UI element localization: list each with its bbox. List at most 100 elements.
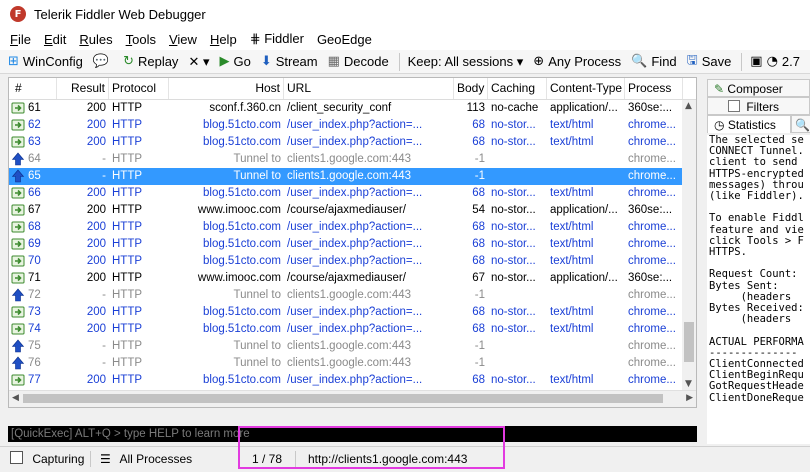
sessions-grid: # Result Protocol Host URL Body Caching … [8,77,697,408]
column-header-url[interactable]: URL [284,78,454,99]
session-cell-process: 360se:... [628,272,673,284]
session-cell-num: 76 [28,357,41,369]
session-row[interactable]: 62 200 HTTP blog.51cto.com/user_index.php?a… [9,117,683,134]
winconfig-button[interactable]: ⊞ WinConfig [8,54,83,69]
tab-inspectors[interactable]: 🔍 [791,115,810,133]
session-row[interactable]: 70 200 HTTP blog.51cto.com/user_index.php?a… [9,253,683,270]
column-header-content-type[interactable]: Content-Type [547,78,625,99]
session-row[interactable]: 73 200 HTTP blog.51cto.com/user_index.php?a… [9,304,683,321]
sessions-list: 61 200 HTTP sconf.f.360.cn/client_security_… [9,100,683,406]
vertical-scroll-thumb[interactable] [684,322,694,362]
session-cell-protocol: HTTP [112,221,143,233]
session-row[interactable]: 67 200 HTTP www.imooc.com/course/ajaxmediau… [9,202,683,219]
horizontal-scroll-thumb[interactable] [23,394,663,403]
process-filter-icon: ☰ [100,452,111,466]
capturing-toggle[interactable]: Capturing [10,447,84,471]
session-row[interactable]: 72 - HTTP Tunnel to clients1.google.com:443 -… [9,287,683,304]
stream-button[interactable]: ⬇ Stream [261,54,318,69]
tunnel-arrow-icon [11,152,25,166]
horizontal-scrollbar[interactable]: ◀ ▶ [9,390,696,407]
session-row[interactable]: 77 200 HTTP blog.51cto.com/user_index.php?a… [9,372,683,389]
keep-sessions-dropdown[interactable]: Keep: All sessions ▾ [408,54,524,70]
session-cell-process: chrome... [628,153,676,165]
decode-button[interactable]: ▦ Decode [328,54,389,69]
inspect-icon: 🔍 [795,118,810,132]
session-row[interactable]: 69 200 HTTP blog.51cto.com/user_index.php?a… [9,236,683,253]
session-cell-ctype [547,338,625,355]
session-count: 1 / 78 [252,452,283,466]
session-cell-result: 200 [86,204,106,216]
find-button[interactable]: 🔍 Find [631,54,676,69]
session-row[interactable]: 61 200 HTTP sconf.f.360.cn/client_security_… [9,100,683,117]
go-button[interactable]: ▶ Go [219,54,250,69]
stopwatch-icon: ◷ [714,118,725,132]
session-row[interactable]: 65 - HTTP Tunnel to clients1.google.com:443 -… [9,168,683,185]
scroll-left-icon[interactable]: ◀ [12,393,19,403]
session-row[interactable]: 66 200 HTTP blog.51cto.com/user_index.php?a… [9,185,683,202]
any-process-button[interactable]: ⊕ Any Process [533,54,621,69]
scroll-down-icon[interactable]: ▼ [685,379,692,389]
camera-icon: ▣ [750,54,763,69]
scroll-right-icon[interactable]: ▶ [686,393,693,403]
session-cell-num: 68 [28,221,41,233]
process-filter[interactable]: ☰ All Processes [100,447,192,471]
menu-item[interactable]: GeoEdge [317,32,372,47]
session-cell-ctype [547,355,625,372]
vertical-scrollbar[interactable]: ▲ ▼ [682,100,696,390]
fiddler-app-icon: F [10,6,26,22]
session-cell-url: /user_index.php?action=... [287,374,423,386]
session-row[interactable]: 63 200 HTTP blog.51cto.com/user_index.php?a… [9,134,683,151]
session-cell-protocol: HTTP [112,238,143,250]
filters-checkbox[interactable] [728,100,740,112]
session-row[interactable]: 71 200 HTTP www.imooc.com/course/ajaxmediau… [9,270,683,287]
session-cell-protocol: HTTP [112,187,143,199]
session-row[interactable]: 68 200 HTTP blog.51cto.com/user_index.php?a… [9,219,683,236]
comment-button[interactable]: 💬 [93,54,113,69]
go-arrow-icon: ▶ [219,54,230,69]
column-header-protocol[interactable]: Protocol [109,78,169,99]
menu-item[interactable]: File [10,32,31,47]
column-header-host[interactable]: Host [169,78,284,99]
menu-item[interactable]: ⋕ Fiddler [250,31,304,47]
session-row[interactable]: 75 - HTTP Tunnel to clients1.google.com:443 -… [9,338,683,355]
session-cell-num: 64 [28,153,41,165]
session-cell-process: chrome... [628,187,676,199]
menu-item[interactable]: Help [210,32,237,47]
process-filter-label: All Processes [119,452,193,466]
status-separator [238,451,239,467]
more-toolbar-button[interactable]: ▣ ◔ 2.7 [750,54,800,69]
scroll-up-icon[interactable]: ▲ [685,101,692,111]
session-cell-result: 200 [86,255,106,267]
column-header-caching[interactable]: Caching [488,78,547,99]
tab-filters[interactable]: Filters [707,97,810,115]
menu-item[interactable]: Rules [79,32,112,47]
column-header-process[interactable]: Process [625,78,683,99]
session-cell-protocol: HTTP [112,323,143,335]
tab-statistics[interactable]: ◷ Statistics [707,115,791,133]
session-cell-caching: no-stor... [491,221,536,233]
column-header-body[interactable]: Body [454,78,488,99]
session-cell-caching: no-stor... [491,323,536,335]
save-button[interactable]: 🖫 Save [687,51,732,73]
session-cell-process: chrome... [628,119,676,131]
request-icon [11,322,25,336]
menu-item[interactable]: View [169,32,197,47]
column-header-result[interactable]: Result [57,78,109,99]
menu-item[interactable]: Edit [44,32,66,47]
column-header-num[interactable]: # [9,78,57,99]
replay-button[interactable]: ↻ Replay [123,54,178,69]
capture-icon [10,451,23,464]
tab-composer[interactable]: ✎ Composer [707,79,810,97]
session-cell-ctype: text/html [550,187,594,199]
session-cell-url: /user_index.php?action=... [287,136,423,148]
menu-item[interactable]: Tools [126,32,156,47]
request-icon [11,101,25,115]
quickexec-input[interactable]: [QuickExec] ALT+Q > type HELP to learn m… [8,426,697,442]
find-label: Find [651,54,677,69]
session-cell-process: chrome... [628,357,676,369]
session-row[interactable]: 74 200 HTTP blog.51cto.com/user_index.php?a… [9,321,683,338]
tab-statistics-label: Statistics [727,118,776,132]
session-row[interactable]: 64 - HTTP Tunnel to clients1.google.com:443 -… [9,151,683,168]
session-row[interactable]: 76 - HTTP Tunnel to clients1.google.com:443 -… [9,355,683,372]
remove-button[interactable]: ✕ ▾ [188,54,209,70]
